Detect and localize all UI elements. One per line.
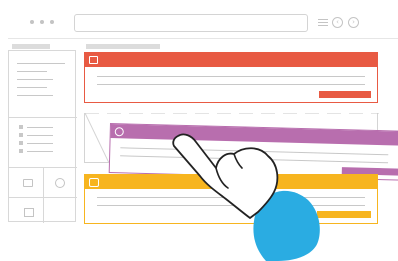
card-red[interactable] <box>84 52 378 103</box>
sidebar <box>8 50 77 223</box>
card-header <box>85 53 377 67</box>
list-bullet <box>19 125 23 129</box>
toolbar-divider <box>8 38 398 39</box>
settings-icon <box>89 178 99 187</box>
calendar-icon[interactable] <box>24 208 34 217</box>
menu-icon[interactable] <box>318 19 328 27</box>
card-button[interactable] <box>319 91 371 98</box>
video-icon[interactable] <box>23 179 33 187</box>
list-bullet <box>19 149 23 153</box>
window-dot[interactable] <box>40 20 44 24</box>
window-controls[interactable] <box>30 20 60 26</box>
list-bullet <box>19 141 23 145</box>
list-bullet <box>19 133 23 137</box>
forward-icon[interactable]: › <box>348 17 359 28</box>
window-dot[interactable] <box>30 20 34 24</box>
pointing-hand-icon <box>172 133 320 261</box>
window-icon <box>89 56 98 64</box>
tab-placeholder[interactable] <box>86 44 160 49</box>
back-icon[interactable]: ‹ <box>332 17 343 28</box>
address-bar[interactable] <box>74 14 308 32</box>
window-dot[interactable] <box>50 20 54 24</box>
tab-placeholder[interactable] <box>12 44 50 49</box>
gear-icon[interactable] <box>55 178 65 188</box>
